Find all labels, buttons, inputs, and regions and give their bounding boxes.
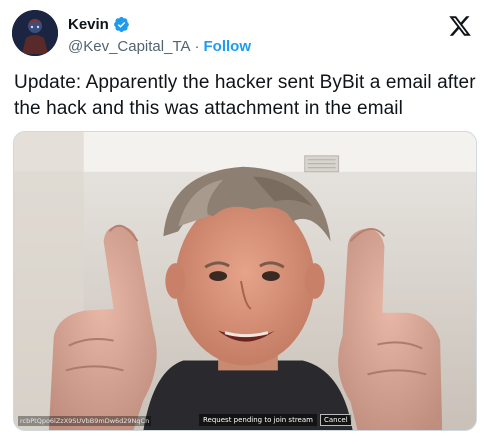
avatar-image: [12, 10, 58, 56]
tweet-text: Update: Apparently the hacker sent ByBit…: [14, 72, 476, 119]
tweet-header: Kevin @Kev_Capital_TA · Follow: [12, 8, 474, 64]
pending-status-text: Request pending to join stream: [199, 414, 317, 426]
x-logo-icon[interactable]: [448, 14, 472, 38]
verified-badge-icon: [113, 16, 130, 33]
tweet-card: Kevin @Kev_Capital_TA · Follow Update: A…: [0, 0, 486, 435]
join-request-bar: Request pending to join stream Cancel: [199, 414, 352, 426]
avatar[interactable]: [12, 10, 58, 56]
author-block: Kevin @Kev_Capital_TA · Follow: [68, 14, 251, 56]
stream-id: rcbPtQpo6lZzX9SUVbB9mDw6d29NqCn: [18, 416, 152, 426]
display-name[interactable]: Kevin: [68, 16, 109, 33]
follow-button[interactable]: Follow: [204, 38, 252, 55]
media-attachment[interactable]: rcbPtQpo6lZzX9SUVbB9mDw6d29NqCn Request …: [13, 131, 477, 431]
author-handle[interactable]: @Kev_Capital_TA: [68, 38, 191, 55]
media-image: [14, 132, 476, 430]
handle-row: @Kev_Capital_TA · Follow: [68, 36, 251, 56]
separator-dot: ·: [194, 37, 200, 55]
name-row: Kevin: [68, 14, 251, 34]
cancel-button[interactable]: Cancel: [319, 414, 352, 426]
